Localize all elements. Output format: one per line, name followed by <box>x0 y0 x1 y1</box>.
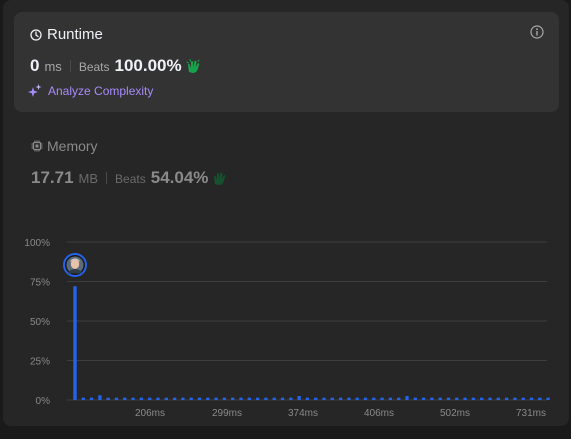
bar[interactable] <box>438 397 442 400</box>
bar[interactable] <box>264 397 268 400</box>
gridlines <box>67 241 547 401</box>
bottom-strip <box>0 426 571 439</box>
bar[interactable] <box>114 397 119 400</box>
bar[interactable] <box>538 397 542 400</box>
y-axis: 100% 75% 50% 25% 0% <box>24 238 50 407</box>
bar[interactable] <box>164 397 168 400</box>
x-tick-label: 299ms <box>212 408 242 419</box>
bar[interactable] <box>521 397 525 400</box>
distribution-chart[interactable]: 100% 75% 50% 25% 0% 206ms 299ms 374ms 406ms 502m… <box>3 0 569 426</box>
bar[interactable] <box>139 397 144 400</box>
bar[interactable] <box>305 397 310 400</box>
bar[interactable] <box>372 397 376 400</box>
bar[interactable] <box>297 396 301 400</box>
bar[interactable] <box>330 397 334 400</box>
bar[interactable] <box>255 397 260 400</box>
y-tick-label: 100% <box>24 238 50 249</box>
bar[interactable] <box>455 397 459 400</box>
bar[interactable] <box>239 397 243 400</box>
x-tick-label: 206ms <box>135 408 165 419</box>
bar[interactable] <box>480 397 484 400</box>
bars <box>73 286 550 400</box>
y-tick-label: 50% <box>30 317 50 328</box>
bar[interactable] <box>172 397 177 400</box>
bar[interactable] <box>181 397 185 400</box>
bar[interactable] <box>504 397 509 400</box>
bar[interactable] <box>322 397 326 400</box>
bar[interactable] <box>222 397 227 400</box>
x-tick-label: 406ms <box>364 408 394 419</box>
bar[interactable] <box>189 397 193 400</box>
bar[interactable] <box>446 397 451 400</box>
user-avatar[interactable] <box>63 253 87 277</box>
x-tick-label: 502ms <box>440 408 470 419</box>
bar[interactable] <box>363 397 368 400</box>
x-tick-label: 374ms <box>288 408 318 419</box>
bar[interactable] <box>421 397 426 400</box>
bar[interactable] <box>231 397 235 400</box>
bar[interactable] <box>513 397 517 400</box>
bar-highlighted[interactable] <box>73 286 77 400</box>
bar[interactable] <box>405 396 409 400</box>
bar[interactable] <box>430 397 434 400</box>
bar[interactable] <box>397 397 401 400</box>
bar[interactable] <box>355 397 359 400</box>
bar[interactable] <box>247 397 251 400</box>
bar[interactable] <box>272 397 276 400</box>
bar[interactable] <box>338 397 343 400</box>
bar[interactable] <box>380 397 384 400</box>
y-tick-label: 75% <box>30 278 50 289</box>
bar[interactable] <box>81 397 85 400</box>
x-tick-label: 731ms <box>516 408 546 419</box>
bar[interactable] <box>529 397 534 400</box>
bar[interactable] <box>413 397 417 400</box>
bar[interactable] <box>471 397 476 400</box>
bar[interactable] <box>131 397 135 400</box>
bar[interactable] <box>546 397 550 400</box>
bar[interactable] <box>388 397 393 400</box>
bar[interactable] <box>347 397 351 400</box>
bar[interactable] <box>488 397 492 400</box>
bar[interactable] <box>280 397 285 400</box>
submission-stats-panel: Runtime 0 ms Beats 100.00% Analyze Compl… <box>3 0 569 426</box>
y-tick-label: 25% <box>30 357 50 368</box>
bar[interactable] <box>197 397 202 400</box>
bar[interactable] <box>89 397 94 400</box>
bar[interactable] <box>98 395 102 400</box>
bar[interactable] <box>496 397 500 400</box>
y-tick-label: 0% <box>36 396 51 407</box>
bar[interactable] <box>314 397 318 400</box>
bar[interactable] <box>463 397 467 400</box>
x-axis: 206ms 299ms 374ms 406ms 502ms 731ms <box>135 408 546 419</box>
bar[interactable] <box>106 397 110 400</box>
bar[interactable] <box>206 397 210 400</box>
bar[interactable] <box>214 397 218 400</box>
bar[interactable] <box>148 397 152 400</box>
bar[interactable] <box>289 397 293 400</box>
bar[interactable] <box>156 397 160 400</box>
bar[interactable] <box>123 397 127 400</box>
